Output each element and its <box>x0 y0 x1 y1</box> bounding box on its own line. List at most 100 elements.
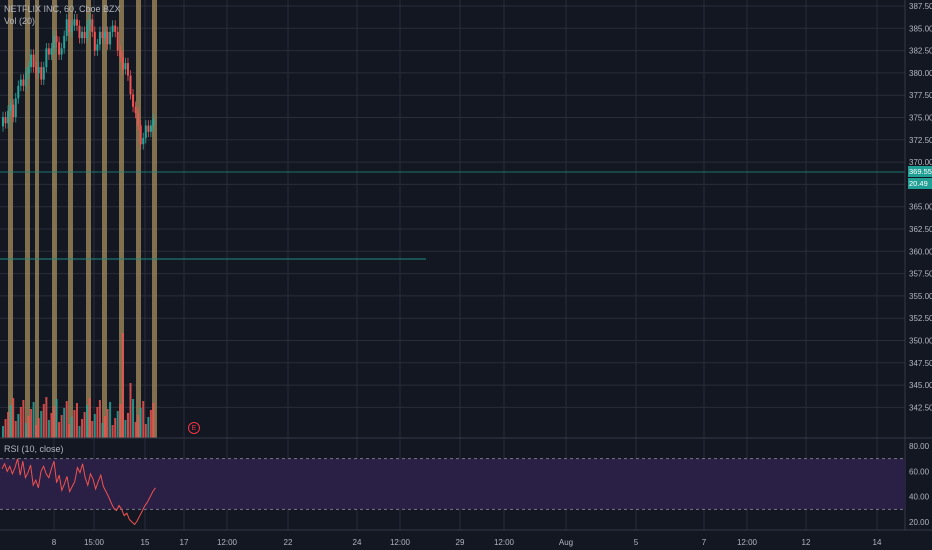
volume-bar <box>116 411 119 438</box>
volume-legend[interactable]: Vol (20) <box>4 16 35 26</box>
rsi-axis-label: 40.00 <box>909 493 930 502</box>
candle-body <box>73 19 76 26</box>
candle-body <box>124 63 127 70</box>
candle-body <box>119 50 122 57</box>
volume-bar <box>75 403 78 438</box>
candle-body <box>24 73 27 86</box>
candle-body <box>37 67 40 74</box>
rsi-value-tag: 20.49 <box>908 178 932 189</box>
time-axis-label: 12:00 <box>390 538 411 547</box>
candle-body <box>78 25 81 39</box>
volume-bar <box>4 419 7 438</box>
price-axis-label: 385.00 <box>909 24 932 33</box>
time-axis-label: 12 <box>802 538 811 547</box>
volume-bar <box>35 425 38 438</box>
rsi-legend[interactable]: RSI (10, close) <box>4 444 64 454</box>
time-axis-label: 5 <box>634 538 639 547</box>
chart-canvas[interactable]: 387.50 385.00 382.50 380.00 377.50 375.00 372.… <box>0 0 932 550</box>
price-axis-label: 342.50 <box>909 403 932 412</box>
candle-body <box>30 54 33 68</box>
volume-bar <box>2 426 4 438</box>
volume-bar <box>68 424 71 438</box>
session-highlight <box>152 0 157 438</box>
candle-body <box>42 67 45 80</box>
volume-bar <box>149 410 152 438</box>
price-axis-label: 380.00 <box>909 69 932 78</box>
volume-bar <box>70 417 73 438</box>
volume-bar <box>60 415 63 438</box>
candle-body <box>27 67 30 74</box>
volume-bar <box>53 406 55 438</box>
volume-bar <box>83 412 86 438</box>
price-axis-label: 387.50 <box>909 2 932 11</box>
volume-bar <box>144 424 147 438</box>
candle-body <box>104 31 106 39</box>
session-highlight <box>136 0 141 438</box>
volume-bar <box>24 423 27 438</box>
volume-bar <box>93 414 96 438</box>
candle-body <box>63 35 66 49</box>
candle-body <box>111 25 114 32</box>
price-axis-label: 360.00 <box>909 247 932 256</box>
price-axis-label: 347.50 <box>909 359 932 368</box>
price-axis-label: 352.50 <box>909 314 932 323</box>
last-price-tag: 369.55 <box>908 166 932 177</box>
volume-bar <box>91 421 94 438</box>
candle-body <box>86 25 89 39</box>
earnings-marker[interactable]: E <box>188 422 200 434</box>
volume-bar <box>152 403 155 438</box>
candle-body <box>139 125 142 145</box>
rsi-axis-label: 20.00 <box>909 518 930 527</box>
volume-bar <box>98 400 101 438</box>
candle-body <box>114 25 117 32</box>
candle-body <box>149 125 152 132</box>
time-axis-label: 29 <box>456 538 465 547</box>
volume-bar <box>50 413 53 438</box>
volume-bar <box>17 414 20 438</box>
candle-body <box>129 75 132 95</box>
candle-body <box>22 79 25 86</box>
volume-bar <box>32 402 35 438</box>
candle-body <box>134 106 137 114</box>
session-highlight <box>52 0 57 438</box>
volume-bar <box>96 407 99 438</box>
candle-body <box>75 19 78 26</box>
price-axis-label: 350.00 <box>909 337 932 346</box>
volume-bar <box>111 425 114 438</box>
candle-body <box>126 63 129 76</box>
volume-bar <box>14 421 17 438</box>
price-axis-label: 375.00 <box>909 114 932 123</box>
volume-bar <box>101 423 104 438</box>
candle-body <box>88 19 91 26</box>
volume-bar <box>22 400 25 438</box>
candle-body <box>58 42 61 55</box>
volume-bar <box>12 398 15 438</box>
candle-body <box>65 19 68 36</box>
candle-body <box>96 44 99 51</box>
price-axis-label: 362.50 <box>909 225 932 234</box>
volume-bar <box>7 412 10 438</box>
volume-bar <box>147 417 150 438</box>
candle-body <box>68 19 71 32</box>
volume-bar <box>139 408 142 438</box>
symbol-title[interactable]: NETFLIX INC, 60, Cboe BZX <box>4 4 121 14</box>
candle-body <box>53 35 55 49</box>
session-highlight <box>25 0 30 438</box>
volume-bar <box>58 422 61 438</box>
volume-bar <box>42 404 45 438</box>
price-axis-label: 365.00 <box>909 203 932 212</box>
candle-body <box>9 104 12 111</box>
price-axis-label: 382.50 <box>909 47 932 56</box>
volume-bar <box>63 408 66 438</box>
volume-bar <box>124 420 127 438</box>
volume-bar <box>37 418 40 438</box>
volume-bar <box>73 410 76 438</box>
candle-body <box>91 19 94 32</box>
candle-body <box>98 31 101 45</box>
rsi-axis-label: 60.00 <box>909 467 930 476</box>
volume-bar <box>45 397 48 438</box>
candle-body <box>47 48 50 55</box>
volume-bar <box>19 407 22 438</box>
volume-bar <box>109 402 112 438</box>
candle-body <box>19 79 22 86</box>
